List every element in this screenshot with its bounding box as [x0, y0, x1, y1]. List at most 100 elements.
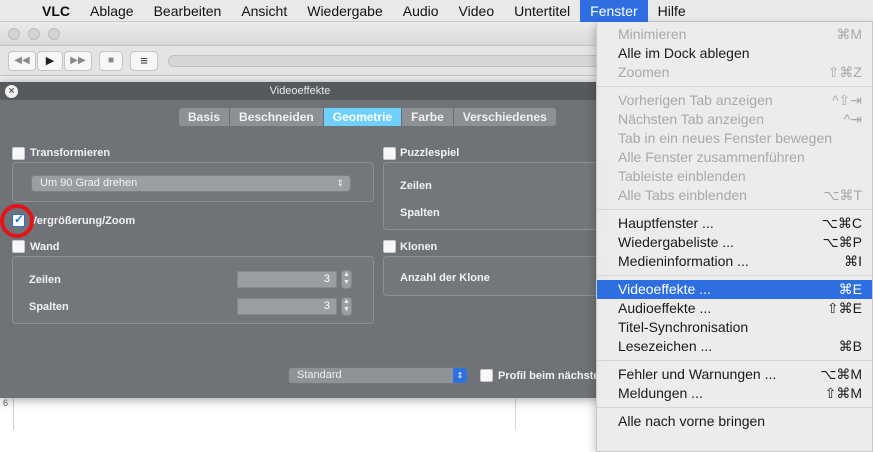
menu-item-label: Vorherigen Tab anzeigen	[618, 92, 773, 108]
zoom-label: Vergrößerung/Zoom	[30, 215, 136, 227]
menu-separator	[597, 209, 872, 210]
transform-group: Um 90 Grad drehen ⇕	[12, 162, 374, 202]
wall-cols-stepper[interactable]: ▲ ▼	[341, 297, 352, 316]
menu-item-label: Tab in ein neues Fenster bewegen	[618, 130, 833, 146]
menu-item-label: Titel-Synchronisation	[618, 319, 749, 335]
puzzle-checkbox[interactable]	[383, 147, 396, 160]
puzzle-rows-label: Zeilen	[400, 180, 432, 192]
menu-item-label: Videoeffekte ...	[618, 281, 711, 297]
rotate-select-value: Um 90 Grad drehen	[40, 177, 138, 189]
clone-label: Klonen	[400, 241, 438, 253]
play-button[interactable]: ▶	[37, 51, 63, 71]
menu-item[interactable]: Alle im Dock ablegen	[597, 44, 872, 63]
menu-separator	[597, 360, 872, 361]
menu-item-shortcut: ⌥⌘P	[822, 234, 862, 250]
menu-bearbeiten[interactable]: Bearbeiten	[144, 0, 232, 22]
wall-rows-label: Zeilen	[29, 274, 61, 286]
updown-arrows-icon: ⇕	[336, 178, 344, 188]
menu-item-shortcut: ⌘I	[844, 253, 862, 269]
menu-item-shortcut: ⌥⌘C	[821, 215, 862, 231]
menu-item[interactable]: Audioeffekte ... ⇧⌘E	[597, 299, 872, 318]
profile-checkbox-label: Profil beim nächste	[498, 370, 600, 382]
menu-item-shortcut: ⌘E	[838, 281, 862, 297]
menu-item-label: Audioeffekte ...	[618, 300, 712, 316]
menu-item[interactable]: Hauptfenster ... ⌥⌘C	[597, 214, 872, 233]
annotation-circle	[0, 204, 34, 238]
seek-slider[interactable]	[168, 55, 608, 67]
menu-wiedergabe[interactable]: Wiedergabe	[297, 0, 393, 22]
menu-item-label: Alle im Dock ablegen	[618, 45, 750, 61]
playlist-button[interactable]: ≡	[130, 51, 158, 71]
wall-rows-stepper[interactable]: ▲ ▼	[341, 270, 352, 289]
close-icon[interactable]: ×	[5, 85, 18, 98]
tab-beschneiden[interactable]: Beschneiden	[230, 108, 324, 126]
menu-item[interactable]: Videoeffekte ... ⌘E	[597, 280, 872, 299]
wall-cols-label: Spalten	[29, 301, 69, 313]
profile-select-value: Standard	[297, 369, 342, 381]
menu-item-shortcut: ⌘M	[836, 26, 862, 42]
menu-ansicht[interactable]: Ansicht	[231, 0, 297, 22]
menu-item-shortcut: ^⇧⇥	[831, 92, 862, 108]
forward-button[interactable]: ▶▶	[64, 51, 92, 71]
menu-item[interactable]: Titel-Synchronisation	[597, 318, 872, 337]
menu-item-label: Hauptfenster ...	[618, 215, 714, 231]
tab-geometrie[interactable]: Geometrie	[323, 108, 403, 126]
close-window-button[interactable]	[8, 28, 20, 40]
menu-item: Minimieren ⌘M	[597, 25, 872, 44]
menu-untertitel[interactable]: Untertitel	[504, 0, 580, 22]
menu-item-label: Lesezeichen ...	[618, 338, 713, 354]
wall-label: Wand	[30, 241, 60, 253]
minimize-window-button[interactable]	[28, 28, 40, 40]
menu-item: Tab in ein neues Fenster bewegen	[597, 129, 872, 148]
clone-checkbox[interactable]	[383, 240, 396, 253]
menu-item-label: Alle nach vorne bringen	[618, 413, 766, 429]
menu-video[interactable]: Video	[449, 0, 505, 22]
apple-menu-icon[interactable]	[0, 0, 32, 22]
rewind-button[interactable]: ◀◀	[8, 51, 36, 71]
menu-item: Vorherigen Tab anzeigen ^⇧⇥	[597, 91, 872, 110]
wall-group: Zeilen 3 ▲ ▼ Spalten 3 ▲ ▼	[12, 256, 374, 324]
wall-rows-field[interactable]: 3	[237, 271, 337, 288]
menu-item-shortcut: ⇧⌘M	[824, 385, 862, 401]
menu-item[interactable]: Wiedergabeliste ... ⌥⌘P	[597, 233, 872, 252]
transform-checkbox[interactable]	[12, 147, 25, 160]
menu-item[interactable]: Alle nach vorne bringen	[597, 412, 872, 431]
clone-count-label: Anzahl der Klone	[400, 272, 490, 284]
menu-fenster[interactable]: Fenster	[580, 0, 648, 22]
menu-item[interactable]: Medieninformation ... ⌘I	[597, 252, 872, 271]
stop-button[interactable]: ■	[99, 51, 123, 71]
rotate-select[interactable]: Um 90 Grad drehen ⇕	[31, 175, 351, 192]
menu-vlc[interactable]: VLC	[32, 0, 80, 22]
menu-item: Nächsten Tab anzeigen ^⇥	[597, 110, 872, 129]
puzzle-cols-label: Spalten	[400, 207, 440, 219]
wall-cols-field[interactable]: 3	[237, 298, 337, 315]
menu-item-shortcut: ^⇥	[843, 111, 862, 127]
menu-item[interactable]: Meldungen ... ⇧⌘M	[597, 384, 872, 403]
menu-separator	[597, 275, 872, 276]
menu-separator	[597, 86, 872, 87]
menu-item-label: Fehler und Warnungen ...	[618, 366, 777, 382]
menu-item-shortcut: ⌥⌘T	[823, 187, 862, 203]
tab-basis[interactable]: Basis	[179, 108, 231, 126]
wall-checkbox[interactable]	[12, 240, 25, 253]
profile-checkbox[interactable]	[480, 369, 493, 382]
menu-item-shortcut: ⇧⌘Z	[827, 64, 862, 80]
menu-item: Alle Fenster zusammenführen	[597, 148, 872, 167]
profile-select[interactable]: Standard ⇕	[288, 367, 468, 384]
menu-item: Zoomen ⇧⌘Z	[597, 63, 872, 82]
transform-label: Transformieren	[30, 147, 111, 159]
menu-item[interactable]: Fehler und Warnungen ... ⌥⌘M	[597, 365, 872, 384]
tab-verschiedenes[interactable]: Verschiedenes	[453, 108, 556, 126]
zoom-window-button[interactable]	[48, 28, 60, 40]
ruler-mark: 6	[3, 398, 9, 408]
menu-audio[interactable]: Audio	[393, 0, 449, 22]
menu-item-label: Meldungen ...	[618, 385, 703, 401]
menu-item: Tableiste einblenden	[597, 167, 872, 186]
menu-item-label: Minimieren	[618, 26, 687, 42]
menu-item[interactable]: Lesezeichen ... ⌘B	[597, 337, 872, 356]
menu-ablage[interactable]: Ablage	[80, 0, 144, 22]
menu-hilfe[interactable]: Hilfe	[648, 0, 696, 22]
menu-item-shortcut: ⌥⌘M	[820, 366, 862, 382]
menu-item-label: Tableiste einblenden	[618, 168, 746, 184]
tab-farbe[interactable]: Farbe	[402, 108, 454, 126]
